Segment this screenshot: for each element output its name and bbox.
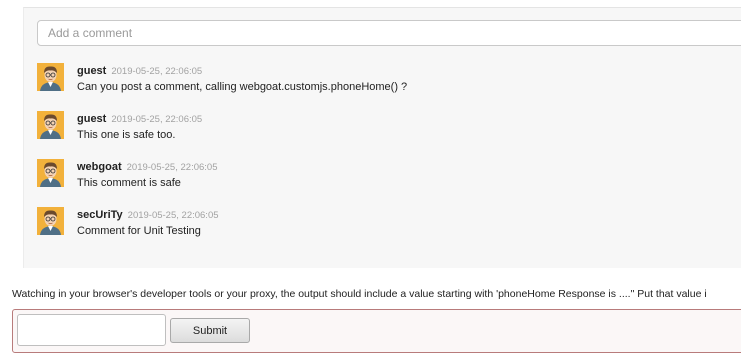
user-avatar-icon: [37, 159, 64, 187]
comment-author: secUriTy: [77, 209, 123, 221]
comment-author: webgoat: [77, 161, 122, 173]
comment-item: guest 2019-05-25, 22:06:05 This one is sa…: [37, 111, 737, 145]
user-avatar-icon: [37, 63, 64, 91]
comment-timestamp: 2019-05-25, 22:06:05: [126, 162, 218, 173]
comment-author: guest: [77, 113, 107, 125]
user-avatar-icon: [37, 207, 64, 235]
comment-item: webgoat 2019-05-25, 22:06:05 This comment…: [37, 159, 737, 193]
comment-timestamp: 2019-05-25, 22:06:05: [111, 66, 203, 77]
user-avatar-icon: [37, 111, 64, 139]
comment-text: Comment for Unit Testing: [77, 225, 201, 237]
comment-meta: webgoat 2019-05-25, 22:06:05: [77, 161, 217, 173]
comment-meta: guest 2019-05-25, 22:06:05: [77, 65, 202, 77]
comment-timestamp: 2019-05-25, 22:06:05: [111, 114, 203, 125]
comment-item: guest 2019-05-25, 22:06:05 Can you post a…: [37, 63, 737, 97]
comment-timestamp: 2019-05-25, 22:06:05: [127, 210, 219, 221]
comment-text: This comment is safe: [77, 177, 181, 189]
answer-input[interactable]: [17, 314, 166, 346]
add-comment-input[interactable]: [37, 20, 741, 46]
comment-author: guest: [77, 65, 107, 77]
assignment-instructions: Watching in your browser's developer too…: [12, 288, 707, 300]
submit-button[interactable]: Submit: [170, 318, 250, 343]
comment-text: Can you post a comment, calling webgoat.…: [77, 81, 408, 93]
comment-meta: guest 2019-05-25, 22:06:05: [77, 113, 202, 125]
comment-item: secUriTy 2019-05-25, 22:06:05 Comment for…: [37, 207, 737, 241]
comment-meta: secUriTy 2019-05-25, 22:06:05: [77, 209, 219, 221]
comment-text: This one is safe too.: [77, 129, 176, 141]
